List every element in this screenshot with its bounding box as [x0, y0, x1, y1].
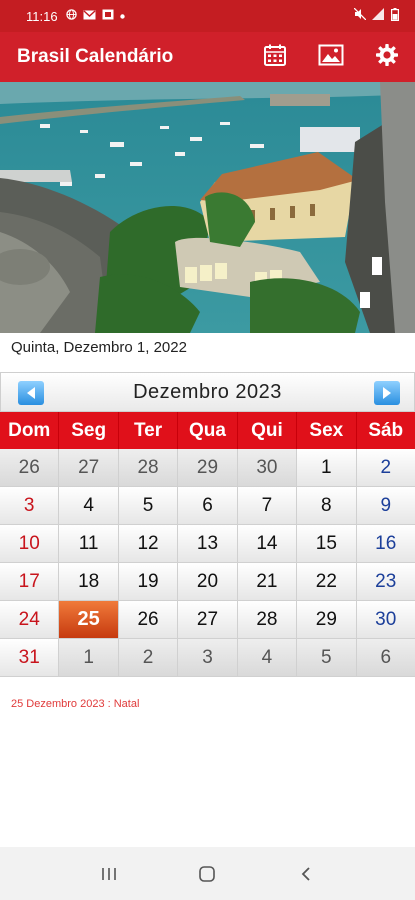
day-cell[interactable]: 6: [178, 487, 238, 525]
day-cell[interactable]: 28: [237, 601, 298, 639]
weekday-label: Qua: [178, 412, 238, 449]
day-cell[interactable]: 10: [0, 525, 60, 563]
prev-month-button[interactable]: [18, 381, 44, 405]
home-icon: [199, 865, 216, 882]
recents-button[interactable]: [89, 854, 129, 894]
settings-icon: [375, 43, 399, 72]
day-cell[interactable]: 11: [59, 525, 119, 563]
mute-icon: [353, 7, 367, 24]
back-button[interactable]: [286, 854, 326, 894]
arrow-left-icon: [27, 387, 35, 399]
next-month-button[interactable]: [374, 381, 400, 405]
weekday-label: Seg: [59, 412, 119, 449]
day-cell[interactable]: 18: [59, 563, 119, 601]
calendar-week-row: 10 11 12 13 14 15 16: [0, 525, 415, 563]
holiday-note: 25 Dezembro 2023 : Natal: [11, 698, 140, 710]
day-cell[interactable]: 5: [118, 487, 179, 525]
day-cell[interactable]: 30: [356, 601, 415, 639]
calendar-button[interactable]: [247, 32, 303, 82]
day-cell[interactable]: 12: [118, 525, 179, 563]
image-icon: [318, 44, 344, 71]
app-actions: [247, 32, 415, 82]
day-cell[interactable]: 26: [0, 449, 60, 487]
day-cell[interactable]: 30: [237, 449, 298, 487]
status-time: 11:16: [26, 8, 58, 24]
signal-icon: [372, 8, 385, 24]
weekday-label: Ter: [119, 412, 179, 449]
recents-icon: [102, 867, 116, 880]
day-cell[interactable]: 2: [356, 449, 415, 487]
day-cell[interactable]: 3: [178, 639, 238, 677]
app-bar: Brasil Calendário: [0, 32, 415, 82]
globe-icon: [65, 9, 77, 23]
day-cell[interactable]: 1: [297, 449, 357, 487]
calendar-week-row: 24 25 26 27 28 29 30: [0, 601, 415, 639]
day-cell[interactable]: 4: [237, 639, 298, 677]
day-cell[interactable]: 23: [356, 563, 415, 601]
day-cell[interactable]: 27: [178, 601, 238, 639]
status-bar: 11:16: [0, 0, 415, 32]
day-cell[interactable]: 4: [59, 487, 119, 525]
system-nav-bar: [0, 847, 415, 900]
calendar-week-row: 3456789: [0, 487, 415, 525]
weekday-label: Dom: [0, 412, 60, 449]
day-cell[interactable]: 13: [178, 525, 238, 563]
calendar-week-row: 26 27 28 29 30 1 2: [0, 449, 415, 487]
day-cell[interactable]: 1: [59, 639, 119, 677]
battery-icon: [391, 8, 400, 24]
day-cell[interactable]: 17: [0, 563, 60, 601]
day-cell[interactable]: 22: [297, 563, 357, 601]
home-button[interactable]: [187, 854, 227, 894]
day-cell[interactable]: 21: [237, 563, 298, 601]
day-cell[interactable]: 27: [59, 449, 119, 487]
day-cell[interactable]: 14: [237, 525, 298, 563]
calendar-header: Dezembro 2023: [0, 372, 415, 412]
weekday-header: Dom Seg Ter Qua Qui Sex Sáb: [0, 412, 415, 449]
calendar: Dezembro 2023 Dom Seg Ter Qua Qui Sex Sá…: [0, 372, 415, 677]
app-title: Brasil Calendário: [17, 46, 174, 67]
calendar-grid: 26 27 28 29 30 1 2 3 4 5 6 7 8 9 10 11 12 13 14 15 16 17 18 19 2…: [0, 449, 415, 677]
current-date: Quinta, Dezembro 1, 2022: [11, 339, 187, 356]
day-cell[interactable]: 29: [297, 601, 357, 639]
back-icon: [301, 866, 310, 881]
dot-icon: [119, 10, 125, 22]
day-cell[interactable]: 6: [356, 639, 415, 677]
day-cell[interactable]: 26: [118, 601, 179, 639]
header-photo: [0, 82, 415, 333]
arrow-right-icon: [383, 387, 391, 399]
image-button[interactable]: [303, 32, 359, 82]
day-cell[interactable]: 20: [178, 563, 238, 601]
weekday-label: Sáb: [368, 419, 404, 441]
calendar-week-row: 31 1 2 3 4 5 6: [0, 639, 415, 677]
day-cell[interactable]: 8: [297, 487, 357, 525]
day-cell[interactable]: 5: [297, 639, 357, 677]
weekday-label: Sex: [297, 412, 357, 449]
day-cell[interactable]: 28: [118, 449, 179, 487]
day-cell[interactable]: 15: [297, 525, 357, 563]
day-cell[interactable]: 31: [0, 639, 60, 677]
day-cell[interactable]: 3: [0, 487, 60, 525]
calendar-icon: [263, 43, 287, 72]
day-cell[interactable]: 29: [178, 449, 238, 487]
calendar-week-row: 17 18 19 20 21 22 23: [0, 563, 415, 601]
day-cell[interactable]: 9: [356, 487, 415, 525]
weekday-label: Qui: [238, 412, 298, 449]
day-cell[interactable]: 2: [118, 639, 179, 677]
photo-icon: [102, 9, 114, 23]
day-cell[interactable]: 19: [118, 563, 179, 601]
day-cell[interactable]: 7: [237, 487, 298, 525]
settings-button[interactable]: [359, 32, 415, 82]
day-cell[interactable]: 16: [356, 525, 415, 563]
day-cell[interactable]: 24: [0, 601, 60, 639]
month-title: Dezembro 2023: [133, 380, 282, 403]
mail-icon: [83, 9, 96, 23]
day-cell-selected[interactable]: 25: [59, 601, 119, 639]
